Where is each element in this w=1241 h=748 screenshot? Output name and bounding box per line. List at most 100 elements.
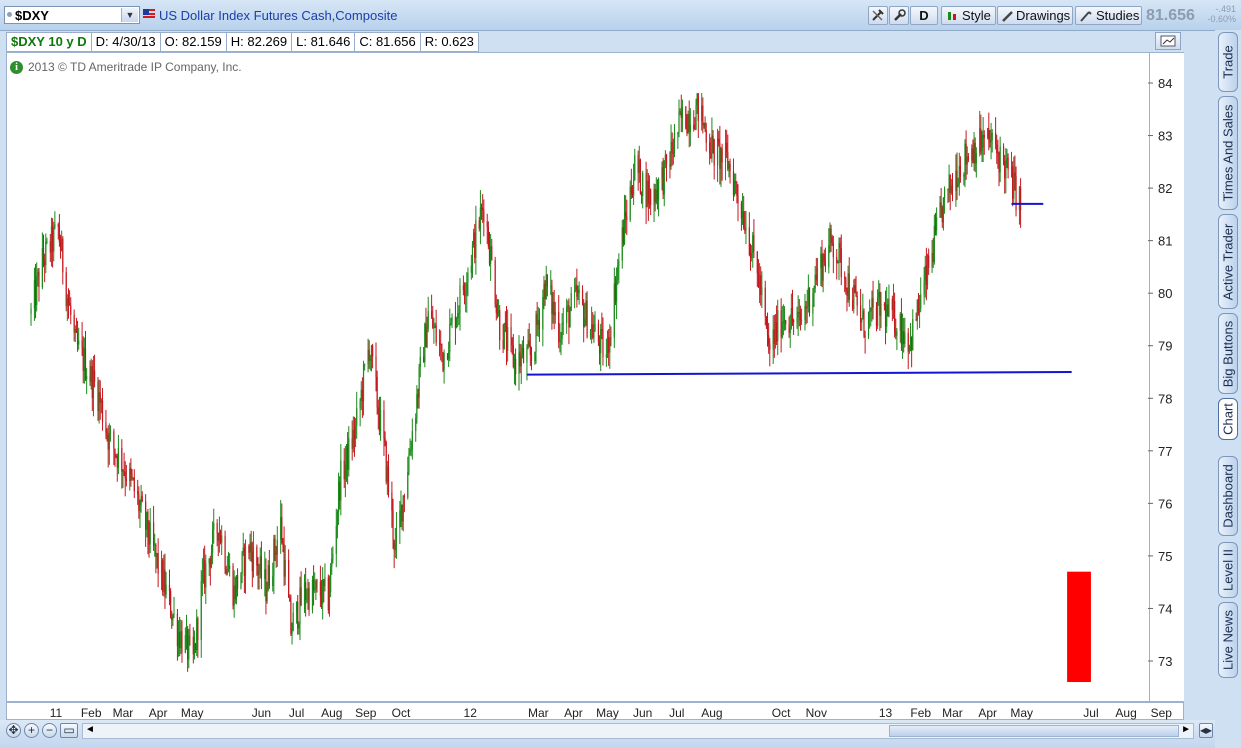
candle-body [330, 567, 332, 592]
candle-body [716, 138, 719, 166]
candle-body [594, 323, 596, 331]
side-tab-dashboard[interactable]: Dashboard [1218, 456, 1238, 536]
candle-body [974, 142, 976, 164]
candle-body [252, 547, 255, 572]
pan-button[interactable]: ✥ [6, 723, 21, 738]
candle-body [240, 573, 242, 589]
x-tick-label: 11 [50, 706, 63, 720]
scroll-right-icon[interactable]: ► [1181, 724, 1191, 735]
candle-body [185, 629, 188, 636]
candle-body [113, 431, 115, 449]
candle-body [86, 376, 88, 380]
side-tab-active-trader[interactable]: Active Trader [1218, 214, 1238, 309]
candle-body [600, 329, 602, 354]
candle-body [511, 338, 513, 346]
candle-body [234, 585, 236, 600]
x-tick-label: Nov [806, 706, 827, 720]
candle-body [923, 280, 925, 295]
fit-button[interactable]: ▭ [60, 723, 78, 738]
candles [30, 92, 1022, 672]
y-tick-label: 84 [1158, 76, 1172, 91]
x-tick-label: Apr [978, 706, 997, 720]
candle-body [637, 155, 639, 173]
candle-body [894, 300, 896, 333]
candle-body [869, 311, 871, 313]
side-tab-live-news[interactable]: Live News [1218, 602, 1238, 678]
candle-body [208, 558, 210, 564]
candle-body [856, 296, 858, 306]
candle-body [67, 298, 70, 304]
candle-body [188, 636, 190, 660]
y-tick-label: 82 [1158, 181, 1172, 196]
candle-body [777, 310, 779, 342]
candle-body [677, 132, 679, 134]
candle-body [1005, 159, 1007, 179]
candle-body [863, 311, 865, 336]
candle-body [179, 631, 181, 649]
info-icon[interactable]: i [10, 60, 23, 74]
expand-button[interactable]: ◂▸ [1199, 723, 1213, 738]
candle-body [90, 366, 92, 382]
horizontal-scrollbar[interactable]: ◄ ► [82, 723, 1194, 739]
candle-body [647, 180, 649, 204]
candle-body [229, 565, 231, 569]
candlestick-chart: 73 74 75 76 77 78 79 80 81 82 83 84 11 Feb Mar Apr May J… [30, 76, 1172, 720]
candle-body [618, 260, 620, 266]
candle-body [753, 235, 755, 252]
side-tab-times-and-sales[interactable]: Times And Sales [1218, 96, 1238, 210]
scroll-thumb[interactable] [889, 725, 1179, 737]
candle-body [903, 331, 905, 345]
candle-body [887, 304, 889, 317]
zoom-out-button[interactable]: − [42, 723, 57, 738]
candle-body [622, 227, 624, 244]
candle-body [30, 308, 32, 315]
candle-body [172, 614, 174, 621]
candle-body [813, 288, 815, 294]
candle-body [880, 303, 882, 316]
x-tick-label: Mar [113, 706, 134, 720]
candle-body [650, 189, 652, 206]
candle-body [781, 321, 783, 338]
candle-body [758, 275, 761, 288]
candle-body [899, 314, 901, 331]
candle-body [280, 517, 282, 540]
candle-body [853, 285, 855, 309]
candle-body [957, 184, 959, 187]
candle-body [522, 347, 525, 363]
side-tab-trade[interactable]: Trade [1218, 32, 1238, 92]
x-tick-label: 12 [464, 706, 478, 720]
candle-body [81, 340, 83, 347]
side-tab-level-ii[interactable]: Level II [1218, 542, 1238, 598]
candle-body [375, 356, 377, 377]
candle-body [227, 568, 230, 572]
candle-body [527, 340, 529, 349]
y-tick-label: 73 [1158, 654, 1172, 669]
candle-body [70, 305, 72, 315]
candle-body [431, 311, 433, 317]
candle-body [463, 290, 466, 296]
scroll-left-icon[interactable]: ◄ [85, 724, 95, 735]
candle-body [196, 618, 198, 651]
zoom-in-button[interactable]: + [24, 723, 39, 738]
x-tick-label: Jun [633, 706, 652, 720]
candle-body [550, 285, 552, 287]
candle-body [567, 305, 569, 307]
candle-body [609, 337, 611, 353]
candle-body [164, 569, 166, 595]
candle-body [806, 306, 808, 309]
candle-body [824, 261, 826, 268]
candle-body [451, 316, 453, 323]
candle-body [257, 565, 259, 575]
candle-body [384, 438, 386, 442]
side-tab-chart[interactable]: Chart [1218, 398, 1238, 440]
candle-body [1006, 157, 1008, 160]
candle-body [560, 338, 562, 341]
candle-body [235, 575, 238, 600]
candle-body [260, 556, 262, 579]
side-tab-big-buttons[interactable]: Big Buttons [1218, 313, 1238, 394]
candle-body [995, 132, 997, 145]
candle-body [933, 225, 935, 262]
price-axis-labels: 73 74 75 76 77 78 79 80 81 82 83 84 [1148, 76, 1172, 669]
candle-body [131, 473, 133, 479]
candle-body [756, 251, 758, 274]
